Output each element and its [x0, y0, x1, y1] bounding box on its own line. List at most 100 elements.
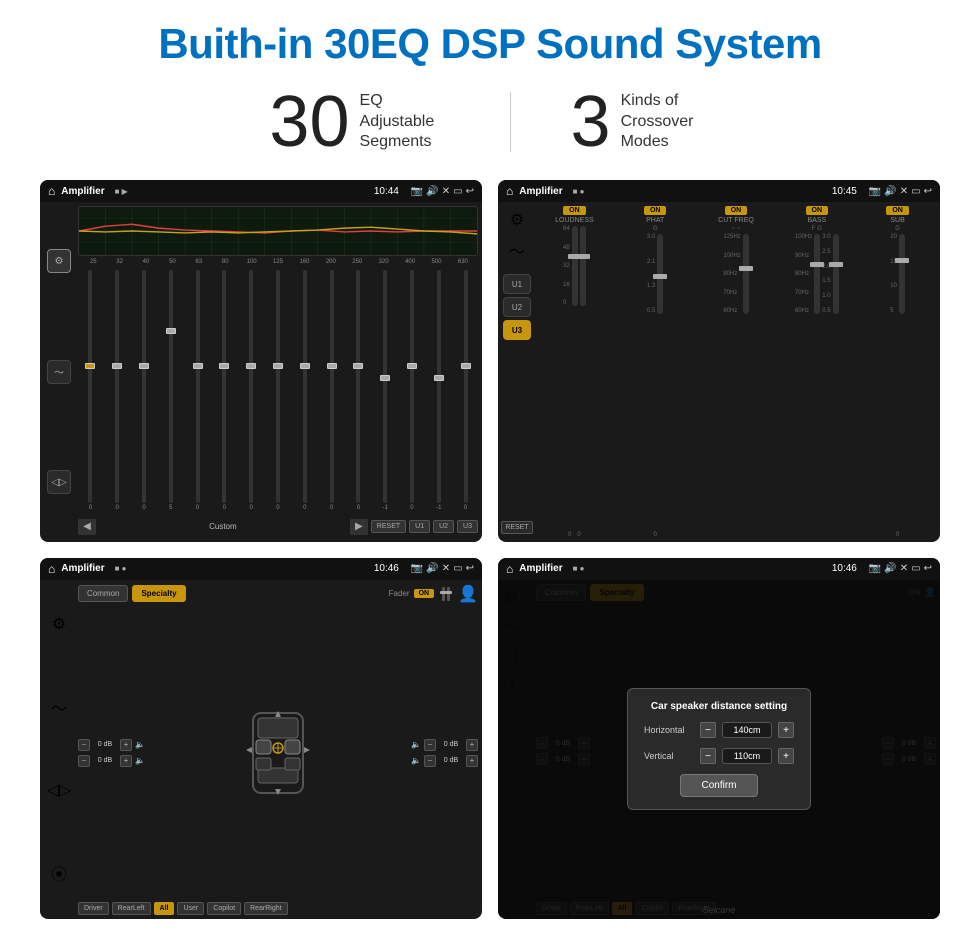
ch-cutfreq: ON CUT FREQ ~~ 125Hz100Hz80Hz70Hz60Hz: [698, 206, 775, 538]
specialty-time: 10:46: [374, 563, 399, 574]
slider-2[interactable]: 0: [132, 270, 157, 511]
loudness-on-btn[interactable]: ON: [563, 206, 586, 215]
eq-app-name: Amplifier: [61, 186, 104, 197]
vol-minus-fl[interactable]: −: [78, 739, 90, 751]
all-btn[interactable]: All: [154, 902, 175, 915]
vertical-value: 110cm: [722, 748, 772, 764]
common-tab-bl[interactable]: Common: [78, 585, 128, 602]
u2-btn[interactable]: U2: [433, 520, 454, 533]
u3-btn[interactable]: U3: [457, 520, 478, 533]
slider-8[interactable]: 0: [292, 270, 317, 511]
sub-fader[interactable]: [899, 234, 905, 314]
eq-vol-btn[interactable]: ◁▷: [47, 470, 71, 494]
slider-3[interactable]: 5: [158, 270, 183, 511]
slider-13[interactable]: -1: [426, 270, 451, 511]
spec-wave-btn[interactable]: 〜: [51, 695, 67, 719]
slider-6[interactable]: 0: [239, 270, 264, 511]
confirm-button[interactable]: Confirm: [680, 774, 757, 797]
prev-btn[interactable]: ◀: [78, 519, 96, 535]
vol-plus-fl[interactable]: +: [120, 739, 132, 751]
slider-7[interactable]: 0: [266, 270, 291, 511]
cutfreq-fader[interactable]: [743, 234, 749, 314]
slider-1[interactable]: 0: [105, 270, 130, 511]
phat-fader[interactable]: [657, 234, 663, 314]
vol-value-fl: 0 dB: [93, 741, 117, 748]
ch-loudness: ON LOUDNESS 644832160 00: [536, 206, 613, 538]
slider-14[interactable]: 0: [453, 270, 478, 511]
crossover-u2[interactable]: U2: [503, 297, 531, 317]
phat-label: PHAT: [646, 217, 664, 224]
crossover-u3[interactable]: U3: [503, 320, 531, 340]
volume-icon-3: 🔊: [426, 563, 438, 574]
vol-plus-rl[interactable]: +: [120, 755, 132, 767]
horizontal-plus[interactable]: +: [778, 722, 794, 738]
u1-btn[interactable]: U1: [409, 520, 430, 533]
bass-fader2[interactable]: [833, 234, 839, 314]
driver-btn[interactable]: Driver: [78, 902, 109, 915]
spec-tune-btn[interactable]: ⚙: [52, 614, 66, 634]
specialty-app-name: Amplifier: [61, 563, 104, 574]
home-icon-4[interactable]: ⌂: [506, 562, 513, 576]
slider-12[interactable]: 0: [400, 270, 425, 511]
loudness-fader[interactable]: [572, 226, 578, 306]
spec-vol-btn[interactable]: ◁▷: [47, 780, 72, 800]
screen-specialty: ⌂ Amplifier ■ ● 10:46 📷 🔊 ✕ ▭ ↩ ⚙ 〜 ◁▷ ⦿: [40, 558, 482, 920]
cutfreq-sliders: 125Hz100Hz80Hz70Hz60Hz: [723, 234, 748, 538]
fader-label-bl: Fader: [389, 589, 410, 598]
custom-label: Custom: [99, 522, 347, 531]
screen-icon: ▭: [453, 186, 462, 197]
status-bar-dialog: ⌂ Amplifier ■ ● 10:46 📷 🔊 ✕ ▭ ↩: [498, 558, 940, 580]
eq-wave-btn[interactable]: 〜: [47, 360, 71, 384]
screens-grid: ⌂ Amplifier ■ ▶ 10:44 📷 🔊 ✕ ▭ ↩ ⚙ 〜 ◁▷: [40, 180, 940, 919]
fader-on-btn[interactable]: ON: [414, 589, 435, 598]
slider-11[interactable]: -1: [373, 270, 398, 511]
eq-footer: ◀ Custom ▶ RESET U1 U2 U3: [78, 516, 478, 538]
slider-10[interactable]: 0: [346, 270, 371, 511]
crossover-reset-btn[interactable]: RESET: [501, 521, 532, 534]
tune-btn-2[interactable]: ⚙: [510, 210, 524, 230]
spec-bt-btn[interactable]: ⦿: [51, 861, 67, 885]
vol-minus-rl[interactable]: −: [78, 755, 90, 767]
crossover-u1[interactable]: U1: [503, 274, 531, 294]
home-icon[interactable]: ⌂: [48, 184, 55, 198]
vol-control-fl: − 0 dB + 🔈: [78, 739, 145, 751]
bass-fader1[interactable]: [814, 234, 820, 314]
rearleft-btn[interactable]: RearLeft: [112, 902, 151, 915]
wave-btn-2[interactable]: 〜: [509, 238, 525, 262]
copilot-btn[interactable]: Copilot: [207, 902, 241, 915]
crossover-content: ⚙ 〜 U1 U2 U3 RESET ON LOUDNESS: [498, 202, 940, 542]
slider-9[interactable]: 0: [319, 270, 344, 511]
vertical-minus[interactable]: −: [700, 748, 716, 764]
volume-icon: 🔊: [426, 186, 438, 197]
vol-minus-fr[interactable]: −: [424, 739, 436, 751]
slider-4[interactable]: 0: [185, 270, 210, 511]
x-icon: ✕: [442, 186, 450, 197]
bass-on-btn[interactable]: ON: [806, 206, 829, 215]
vol-plus-fr[interactable]: +: [466, 739, 478, 751]
loudness-fader2[interactable]: [580, 226, 586, 306]
home-icon-3[interactable]: ⌂: [48, 562, 55, 576]
x-icon-2: ✕: [900, 186, 908, 197]
sub-on-btn[interactable]: ON: [886, 206, 909, 215]
phat-on-btn[interactable]: ON: [644, 206, 667, 215]
eq-rec-icon: ■ ▶: [115, 187, 128, 196]
crossover-number: 3: [571, 86, 611, 158]
vol-minus-rr[interactable]: −: [424, 755, 436, 767]
reset-btn[interactable]: RESET: [371, 520, 406, 533]
user-btn-bl[interactable]: User: [177, 902, 204, 915]
cutfreq-on-btn[interactable]: ON: [725, 206, 748, 215]
eq-tune-btn[interactable]: ⚙: [47, 249, 71, 273]
eq-graph: [78, 206, 478, 256]
bass-sliders: 100Hz90Hz80Hz70Hz60Hz 3.02.52.01.51.00.5: [795, 234, 839, 538]
home-icon-2[interactable]: ⌂: [506, 184, 513, 198]
slider-0[interactable]: 0: [78, 270, 103, 511]
horizontal-label: Horizontal: [644, 725, 694, 735]
screen-icon-2: ▭: [911, 186, 920, 197]
vertical-plus[interactable]: +: [778, 748, 794, 764]
slider-5[interactable]: 0: [212, 270, 237, 511]
vol-plus-rr[interactable]: +: [466, 755, 478, 767]
specialty-tab-bl[interactable]: Specialty: [132, 585, 185, 602]
next-btn[interactable]: ▶: [350, 519, 368, 535]
horizontal-minus[interactable]: −: [700, 722, 716, 738]
rearright-btn[interactable]: RearRight: [244, 902, 288, 915]
